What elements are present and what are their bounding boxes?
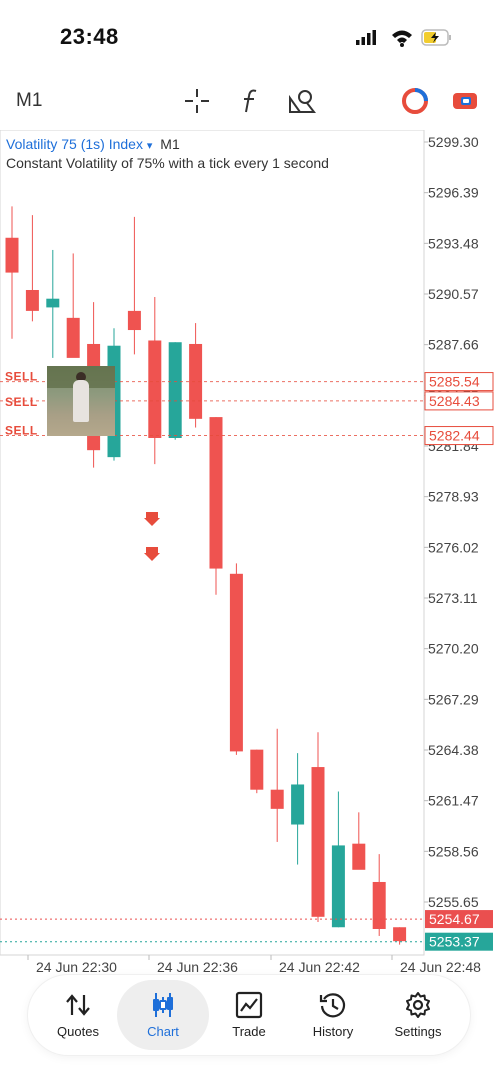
candle-body [229, 573, 243, 752]
order-price-label: 5282.44 [429, 428, 480, 444]
bid-price-label: 5254.67 [429, 911, 480, 927]
nav-label: Settings [394, 1024, 442, 1039]
symbol-description: Constant Volatility of 75% with a tick e… [6, 155, 329, 171]
price-tick-label: 5299.30 [428, 134, 479, 150]
chart-icon [153, 993, 173, 1017]
candle-body [311, 767, 325, 917]
candle-body [352, 843, 366, 870]
price-tick-label: 5267.29 [428, 691, 479, 707]
candle-body [148, 340, 162, 438]
ask-price-label: 5253.37 [429, 934, 480, 950]
function-icon[interactable] [236, 86, 266, 116]
photo-thumbnail [47, 366, 115, 436]
nav-label: History [312, 1024, 354, 1039]
sell-arrow-icon [144, 512, 160, 526]
time-label: 24 Jun 22:42 [279, 959, 360, 972]
time-label: 24 Jun 22:30 [36, 959, 117, 972]
nav-chart[interactable]: Chart [117, 980, 209, 1050]
status-time: 23:48 [60, 24, 119, 49]
sell-arrow-icon [144, 547, 160, 561]
wifi-icon [392, 30, 412, 47]
nav-trade[interactable]: Trade [207, 975, 291, 1055]
crosshair-icon[interactable] [182, 86, 212, 116]
candle-body [291, 784, 305, 825]
one-click-trading-icon[interactable] [400, 86, 430, 116]
price-tick-label: 5255.65 [428, 894, 479, 910]
order-sell-label: SELL [5, 395, 38, 409]
signal-icon [356, 30, 376, 45]
candle-body [209, 417, 223, 569]
price-tick-label: 5264.38 [428, 742, 479, 758]
candle-body [25, 289, 39, 311]
status-icons [356, 29, 451, 47]
time-label: 24 Jun 22:36 [157, 959, 238, 972]
trade-icon [235, 991, 263, 1019]
candle-body [46, 298, 60, 308]
time-label: 24 Jun 22:48 [400, 959, 481, 972]
history-icon [319, 993, 346, 1018]
nav-label: Quotes [57, 1024, 99, 1039]
order-sell-label: SELL [5, 424, 38, 438]
price-tick-label: 5258.56 [428, 843, 479, 859]
candle-body [331, 845, 345, 928]
candle-body [250, 749, 264, 790]
bottom-nav: Quotes Chart Trade History Settings [28, 975, 470, 1055]
candle-body [393, 927, 407, 942]
symbol-dropdown-icon[interactable]: ▾ [147, 140, 153, 152]
candle-body [270, 789, 284, 809]
price-tick-label: 5293.48 [428, 235, 479, 251]
nav-settings[interactable]: Settings [376, 975, 460, 1055]
candle-body [66, 317, 80, 358]
order-sell-label: SELL [5, 370, 38, 384]
candle-body [127, 310, 141, 331]
objects-icon[interactable] [286, 86, 316, 116]
price-tick-label: 5287.66 [428, 337, 479, 353]
nav-label: Chart [147, 1024, 179, 1039]
settings-icon [406, 992, 430, 1018]
price-tick-label: 5261.47 [428, 793, 479, 809]
nav-quotes[interactable]: Quotes [36, 975, 120, 1055]
order-price-label: 5284.43 [429, 393, 480, 409]
price-tick-label: 5276.02 [428, 539, 479, 555]
price-tick-label: 5270.20 [428, 641, 479, 657]
timeframe-button[interactable]: M1 [16, 90, 42, 112]
order-price-label: 5285.54 [429, 374, 480, 390]
candle-body [5, 237, 19, 273]
candle-body [372, 881, 386, 929]
price-tick-label: 5273.11 [428, 590, 478, 606]
symbol-timeframe: M1 [160, 136, 180, 152]
price-tick-label: 5278.93 [428, 489, 479, 505]
symbol-title[interactable]: Volatility 75 (1s) Index ▾ M1 [6, 136, 180, 152]
symbol-name[interactable]: Volatility 75 (1s) Index [6, 136, 143, 152]
candle-body [168, 342, 182, 438]
nav-label: Trade [232, 1024, 266, 1039]
account-icon[interactable] [450, 86, 480, 116]
quotes-icon [66, 994, 90, 1016]
price-tick-label: 5296.39 [428, 185, 479, 201]
nav-history[interactable]: History [291, 975, 375, 1055]
price-chart[interactable]: 5299.30 5296.39 5293.48 5290.57 5287.66 5284.… [0, 130, 498, 972]
price-tick-label: 5290.57 [428, 286, 479, 302]
battery-icon [421, 29, 451, 46]
